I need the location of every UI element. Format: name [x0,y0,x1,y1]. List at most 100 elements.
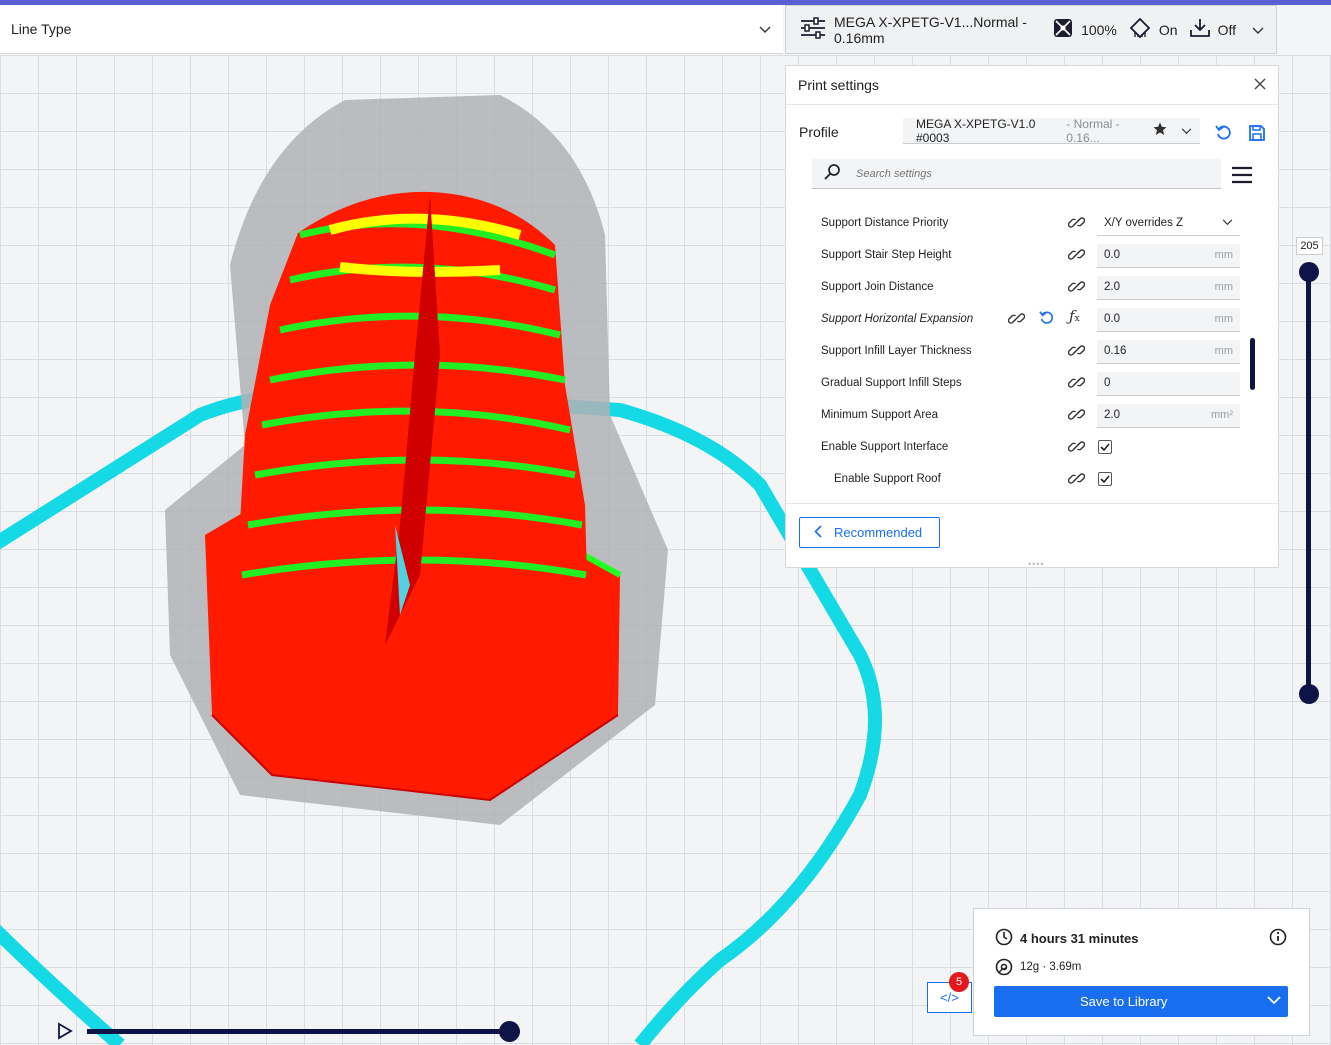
print-settings-panel: Print settings Profile MEGA X-XPETG-V1.0… [785,65,1279,569]
close-icon[interactable] [1254,74,1266,95]
support-value: On [1158,21,1178,38]
save-label: Save to Library [1080,994,1168,1009]
profile-variant: - Normal - 0.16... [1066,116,1120,145]
support-horizontal-expansion-field[interactable]: 0.0 mm [1097,308,1240,332]
link-icon[interactable] [1067,438,1086,458]
setting-label: Enable Support Interface [821,441,949,453]
reset-icon[interactable] [1215,124,1233,147]
setting-value: 0 [1104,377,1111,389]
recommended-button[interactable]: Recommended [799,517,940,548]
setting-label: Support Join Distance [821,281,934,293]
infill-icon [1053,18,1073,41]
setting-label: Support Distance Priority [821,217,949,229]
setting-unit: mm [1214,345,1233,357]
setting-label: Gradual Support Infill Steps [821,377,962,389]
link-icon[interactable] [1007,310,1026,330]
enable-support-roof-checkbox[interactable] [1098,472,1112,486]
setting-value: 2.0 [1104,281,1120,293]
infill-value: 100% [1081,21,1117,38]
setting-row-support-horizontal-expansion: Support Horizontal Expansion ƒx 0.0 mm [786,304,1278,336]
setting-value: X/Y overrides Z [1104,217,1184,229]
settings-sliders-icon [800,17,826,42]
chevron-down-icon [759,21,771,37]
print-time: 4 hours 31 minutes [1020,931,1139,946]
print-profile-summary: MEGA X-XPETG-V1...Normal - 0.16mm [834,13,1027,46]
setting-row-support-infill-layer-thickness: Support Infill Layer Thickness 0.16 mm [786,336,1278,368]
setting-unit: mm [1214,313,1233,325]
setting-value: 0.0 [1104,249,1120,261]
adhesion-icon [1189,18,1210,41]
setting-label: Minimum Support Area [821,409,938,421]
info-icon[interactable] [1269,928,1287,951]
clock-icon [995,928,1013,951]
support-distance-priority-select[interactable]: X/Y overrides Z [1097,212,1240,236]
link-icon[interactable] [1067,374,1086,394]
setting-row-enable-support-roof: Enable Support Roof [786,464,1278,496]
star-icon[interactable] [1153,122,1167,139]
setting-row-support-join-distance: Support Join Distance 2.0 mm [786,272,1278,304]
settings-scrollbar[interactable] [1250,338,1255,390]
support-infill-layer-thickness-field[interactable]: 0.16 mm [1097,340,1240,364]
setting-row-gradual-support-infill-steps: Gradual Support Infill Steps 0 [786,368,1278,400]
spool-icon [995,958,1013,981]
setting-unit: mm [1214,249,1233,261]
panel-title: Print settings [798,77,879,93]
search-settings[interactable] [812,159,1221,189]
enable-support-interface-checkbox[interactable] [1098,440,1112,454]
setting-label: Support Stair Step Height [821,249,952,261]
gradual-support-infill-steps-field[interactable]: 0 [1097,372,1240,396]
setting-value: 2.0 [1104,409,1120,421]
layer-slider-lower-handle[interactable] [1299,684,1319,704]
material-estimate: 12g · 3.69m [1020,961,1082,973]
setting-row-support-stair-step-height: Support Stair Step Height 0.0 mm [786,240,1278,272]
support-join-distance-field[interactable]: 2.0 mm [1097,276,1240,300]
chevron-down-icon [1181,124,1192,138]
resize-handle[interactable]: •••• [1028,559,1045,569]
save-to-library-button[interactable]: Save to Library [994,986,1288,1017]
search-input[interactable] [854,166,1188,181]
chevron-down-icon [1252,22,1264,38]
line-type-dropdown[interactable]: Line Type [0,5,783,54]
profile-label: Profile [799,124,839,140]
recommended-label: Recommended [834,525,923,540]
setting-row-enable-support-interface: Enable Support Interface [786,432,1278,464]
divider [786,503,1278,504]
setting-unit: mm [1214,281,1233,293]
profile-dropdown[interactable]: MEGA X-XPETG-V1.0 #0003 - Normal - 0.16.… [903,116,1200,145]
chevron-down-icon [1222,217,1233,229]
link-icon[interactable] [1067,214,1086,234]
layer-progress-handle[interactable] [499,1021,520,1042]
link-icon[interactable] [1067,278,1086,298]
layer-progress-track[interactable] [87,1029,511,1034]
link-icon[interactable] [1067,342,1086,362]
chevron-left-icon [814,524,822,541]
support-stair-step-height-field[interactable]: 0.0 mm [1097,244,1240,268]
link-icon[interactable] [1067,406,1086,426]
search-icon [824,164,840,183]
setting-label: Support Infill Layer Thickness [821,345,972,357]
setting-value: 0.16 [1104,345,1127,357]
print-setup-selector[interactable]: MEGA X-XPETG-V1...Normal - 0.16mm 100% O… [785,5,1277,54]
layer-number-field[interactable]: 205 [1296,237,1323,255]
setting-label: Enable Support Roof [834,473,941,485]
adhesion-value: Off [1217,21,1236,38]
save-icon[interactable] [1248,124,1266,147]
layer-slider-upper-handle[interactable] [1299,262,1319,282]
notification-badge: 5 [949,972,969,992]
link-icon[interactable] [1067,470,1086,490]
setting-unit: mm² [1211,409,1233,421]
play-icon[interactable] [57,1022,73,1045]
function-icon[interactable]: ƒx [1069,307,1080,325]
reset-icon[interactable] [1039,310,1055,329]
setting-row-minimum-support-area: Minimum Support Area 2.0 mm² [786,400,1278,432]
chevron-down-icon[interactable] [1267,993,1281,1010]
minimum-support-area-field[interactable]: 2.0 mm² [1097,404,1240,428]
profile-name: MEGA X-XPETG-V1.0 #0003 [916,116,1036,145]
setting-row-support-distance-priority: Support Distance Priority X/Y overrides … [786,208,1278,240]
link-icon[interactable] [1067,246,1086,266]
divider [786,104,1278,105]
layer-slider-track[interactable] [1306,270,1311,694]
support-icon [1129,17,1151,41]
settings-menu-icon[interactable] [1231,166,1253,189]
line-type-label: Line Type [11,21,72,37]
